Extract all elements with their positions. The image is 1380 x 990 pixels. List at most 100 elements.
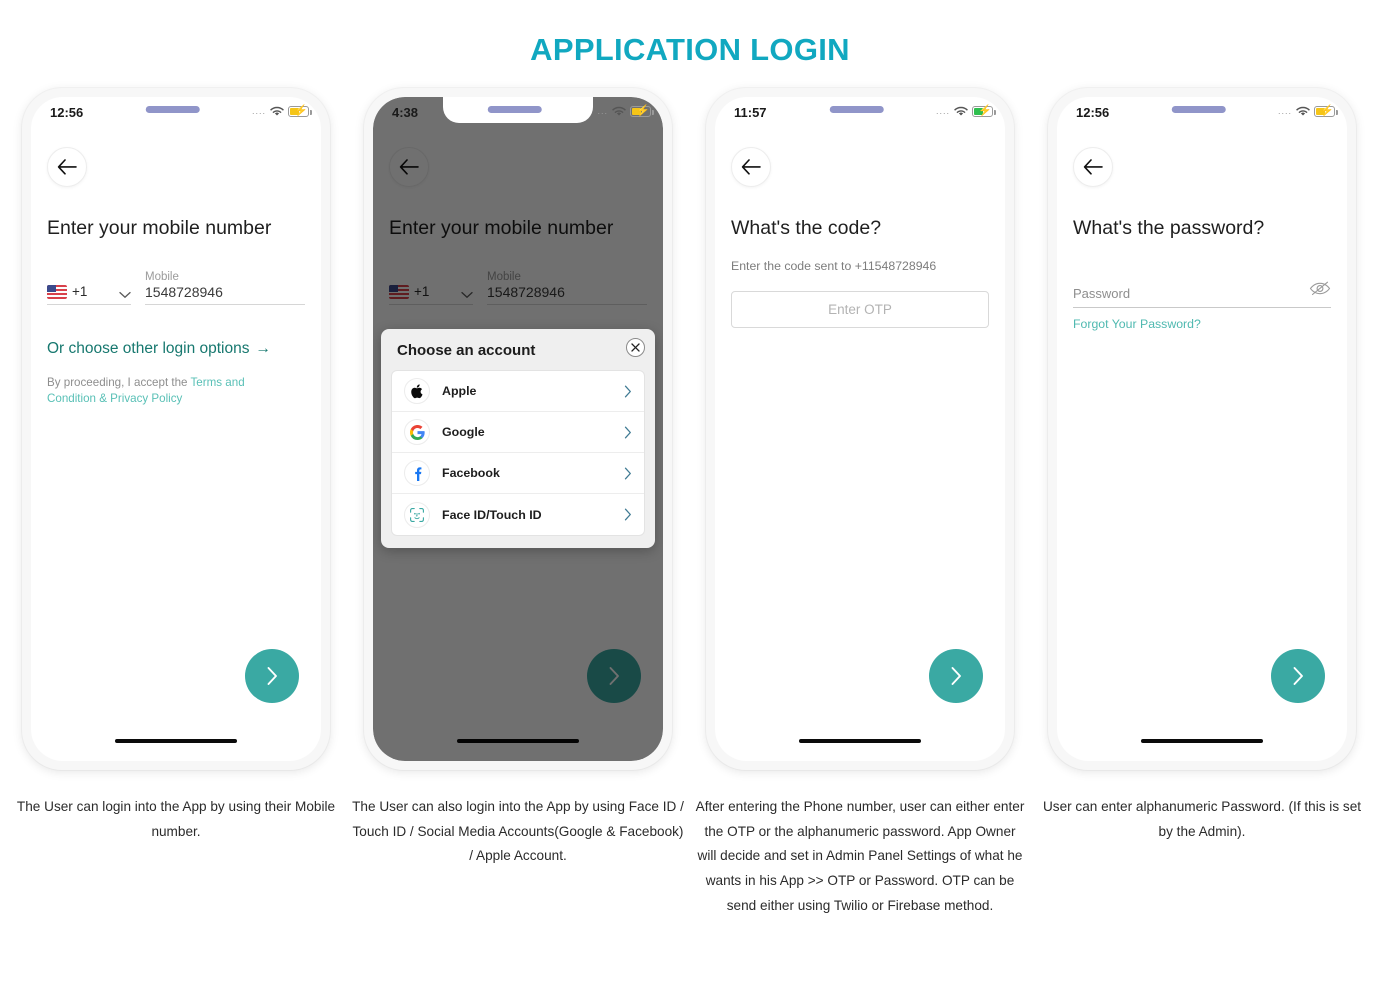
status-bar: 12:56 .... ⚡: [1057, 97, 1347, 129]
phone-screen: Enter your mobile number +1 Mobile 1548: [373, 97, 663, 761]
arrow-left-icon: [741, 159, 761, 175]
face-id-icon: [404, 501, 430, 528]
phone-screen: 11:57 .... ⚡ What's the code? Enter the …: [715, 97, 1005, 761]
account-option-label: Face ID/Touch ID: [442, 507, 542, 522]
status-clock: 4:38: [392, 105, 419, 120]
arrow-left-icon: [1083, 159, 1103, 175]
status-icons: .... ⚡: [1277, 104, 1338, 118]
back-button[interactable]: [47, 147, 87, 187]
toggle-password-visibility-button[interactable]: [1309, 281, 1331, 301]
status-clock: 12:56: [1076, 105, 1110, 120]
battery-charging-icon: ⚡: [1314, 105, 1338, 117]
home-indicator: [1141, 739, 1263, 743]
chevron-right-icon: [624, 508, 631, 521]
wifi-icon: [954, 106, 968, 116]
speaker-grille-icon: [487, 106, 542, 113]
notch: [785, 97, 935, 123]
otp-sent-notice: Enter the code sent to +11548728946: [731, 259, 937, 273]
page-title: APPLICATION LOGIN: [530, 32, 850, 67]
phone-screen: 12:56 .... ⚡: [1057, 97, 1347, 761]
other-login-options-label: Or choose other login options: [47, 340, 250, 357]
eye-off-icon: [1309, 281, 1331, 296]
other-login-options-link[interactable]: Or choose other login options →: [47, 340, 271, 358]
phone-mockup-password: 12:56 .... ⚡ What's the password? Passwo…: [1048, 88, 1356, 770]
apple-icon: [404, 378, 430, 404]
account-option-facebook[interactable]: Facebook: [392, 453, 644, 494]
password-input[interactable]: Password: [1073, 281, 1331, 308]
next-fab-button[interactable]: [1271, 649, 1325, 703]
home-indicator: [799, 739, 921, 743]
next-fab-button[interactable]: [929, 649, 983, 703]
status-clock: 12:56: [50, 105, 84, 120]
mobile-number-input[interactable]: Mobile 1548728946: [145, 271, 305, 305]
close-x-icon: [631, 343, 640, 352]
account-option-face-id[interactable]: Face ID/Touch ID: [392, 494, 644, 535]
caption-mobile-number: The User can login into the App by using…: [16, 799, 336, 839]
choose-account-modal: Choose an account Apple Google Facebook …: [381, 329, 655, 548]
modal-title: Choose an account: [397, 342, 536, 359]
notch: [1127, 97, 1277, 123]
chevron-right-icon: [1293, 667, 1303, 685]
wifi-icon: [270, 106, 284, 116]
account-option-label: Google: [442, 425, 485, 439]
otp-input[interactable]: Enter OTP: [731, 291, 989, 328]
phone-mockup-otp: 11:57 .... ⚡ What's the code? Enter the …: [706, 88, 1014, 770]
next-fab-button[interactable]: [245, 649, 299, 703]
page-heading: What's the password?: [1073, 217, 1265, 239]
caption-choose-account: The User can also login into the App by …: [352, 799, 684, 864]
terms-prefix: By proceeding, I accept the: [47, 376, 191, 389]
country-code-select[interactable]: +1: [47, 271, 131, 305]
page-heading: Enter your mobile number: [47, 217, 272, 239]
phone-mockup-mobile-number: 12:56 .... ⚡ Enter your mobile number +1…: [22, 88, 330, 770]
chevron-down-icon: [119, 291, 131, 299]
signal-dots-icon: ....: [1277, 106, 1292, 116]
chevron-right-icon: [624, 426, 631, 438]
chevron-right-icon: [951, 667, 961, 685]
status-icons: .... ⚡: [251, 104, 312, 118]
caption-password: User can enter alphanumeric Password. (I…: [1042, 799, 1362, 839]
phone-number-row: +1 Mobile 1548728946: [47, 271, 305, 305]
wifi-icon: [612, 106, 626, 116]
wifi-icon: [1296, 106, 1310, 116]
back-button[interactable]: [1073, 147, 1113, 187]
chevron-right-icon: [267, 667, 277, 685]
mobile-field-value: 1548728946: [145, 284, 223, 300]
page-heading: What's the code?: [731, 217, 882, 239]
account-list: Apple Google Facebook Face ID/Touch ID: [391, 370, 645, 536]
status-bar: 11:57 .... ⚡: [715, 97, 1005, 129]
status-bar: 4:38 ... ⚡: [373, 97, 663, 129]
back-button[interactable]: [731, 147, 771, 187]
notch: [101, 97, 251, 123]
caption-otp: After entering the Phone number, user ca…: [695, 799, 1025, 913]
status-icons: ... ⚡: [597, 104, 654, 118]
phone-mockup-choose-account: Enter your mobile number +1 Mobile 1548: [364, 88, 672, 770]
signal-dots-icon: ....: [251, 106, 266, 116]
battery-charging-icon: ⚡: [288, 105, 312, 117]
screen-content: What's the password? Password Forgot You…: [1057, 129, 1347, 761]
screen-content: Enter your mobile number +1 Mobile 1548: [31, 129, 321, 761]
signal-dots-icon: ...: [597, 106, 608, 116]
account-option-apple[interactable]: Apple: [392, 371, 644, 412]
mobile-field-label: Mobile: [145, 271, 179, 283]
close-icon[interactable]: [626, 338, 645, 357]
notch: [443, 97, 593, 123]
account-option-label: Facebook: [442, 466, 500, 480]
speaker-grille-icon: [829, 106, 884, 113]
battery-charging-icon: ⚡: [972, 105, 996, 117]
speaker-grille-icon: [1171, 106, 1226, 113]
account-option-google[interactable]: Google: [392, 412, 644, 453]
status-clock: 11:57: [734, 105, 767, 120]
application-login-mockup-board: APPLICATION LOGIN 12:56 .... ⚡ Enter you…: [0, 0, 1380, 990]
arrow-left-icon: [57, 159, 77, 175]
account-option-label: Apple: [442, 384, 477, 398]
terms-notice: By proceeding, I accept the Terms and Co…: [47, 375, 295, 408]
screen-content: What's the code? Enter the code sent to …: [715, 129, 1005, 761]
phone-screen: 12:56 .... ⚡: [31, 97, 321, 761]
facebook-icon: [404, 460, 430, 486]
battery-charging-icon: ⚡: [630, 105, 654, 117]
us-flag-icon: [47, 285, 67, 299]
signal-dots-icon: ....: [935, 106, 950, 116]
status-icons: .... ⚡: [935, 104, 996, 118]
forgot-password-link[interactable]: Forgot Your Password?: [1073, 317, 1201, 331]
home-indicator: [115, 739, 237, 743]
